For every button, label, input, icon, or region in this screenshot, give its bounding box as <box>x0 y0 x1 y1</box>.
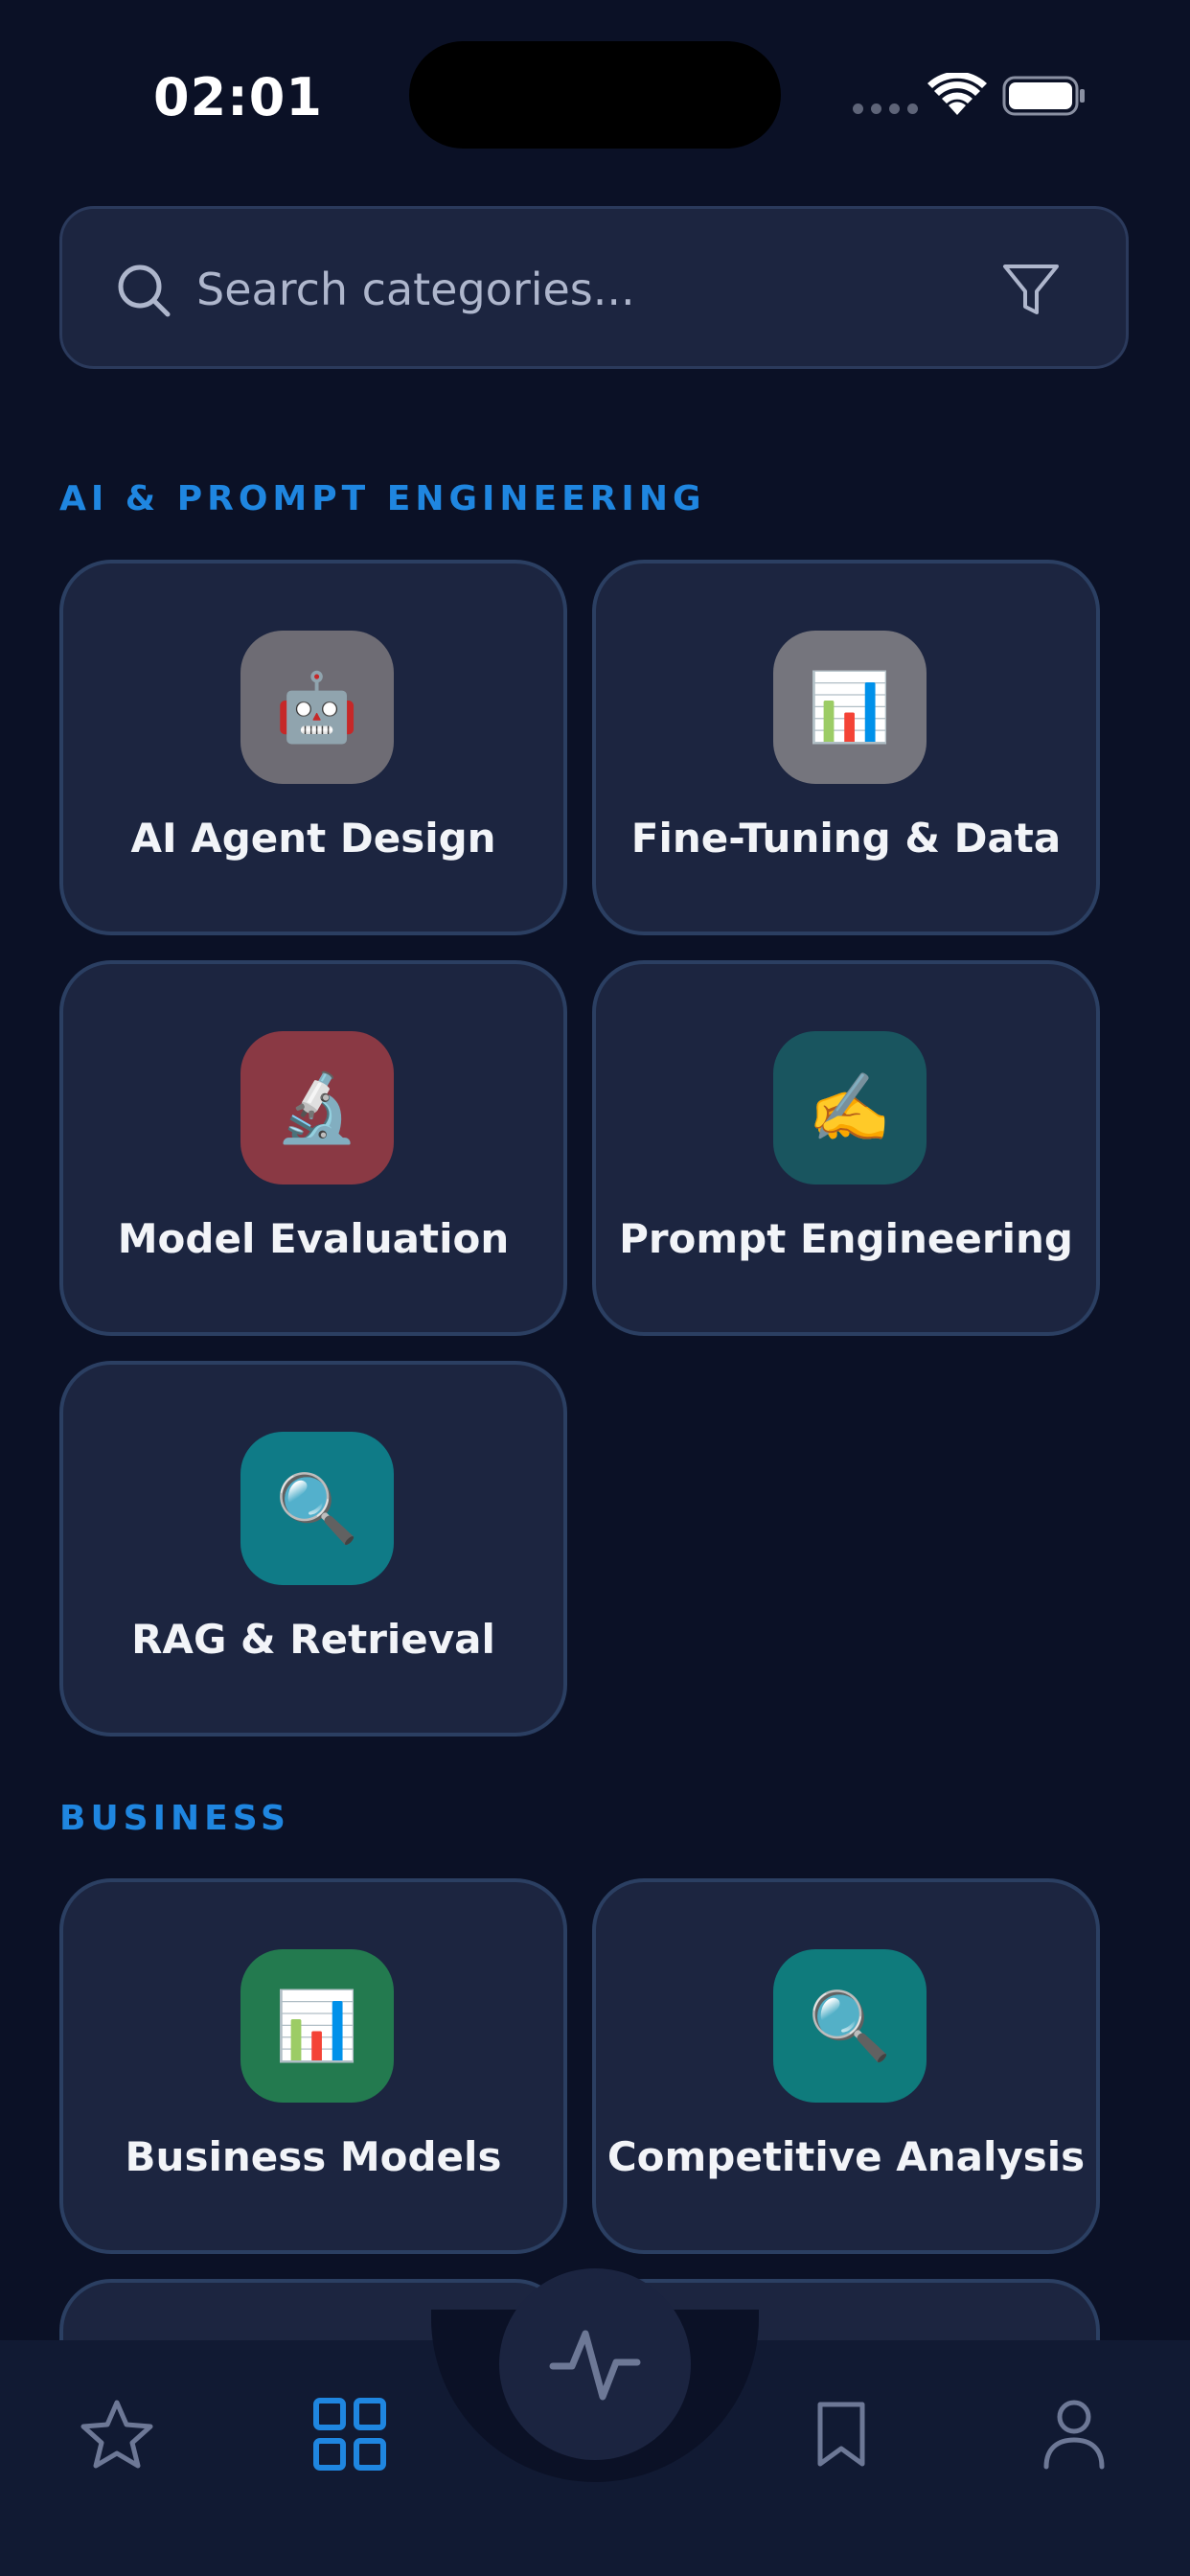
category-label: Competitive Analysis <box>606 2133 1086 2180</box>
bookmark-icon <box>817 2402 865 2467</box>
category-label: Business Models <box>125 2133 502 2180</box>
tab-bookmarks[interactable] <box>803 2396 880 2472</box>
category-label: AI Agent Design <box>130 815 496 862</box>
magnifier-icon: 🔍 <box>773 1949 927 2103</box>
search-bar <box>59 206 1129 369</box>
category-label: RAG & Retrieval <box>131 1616 495 1663</box>
category-card-fine-tuning-data[interactable]: 📊 Fine-Tuning & Data <box>592 560 1100 935</box>
writing-hand-icon: ✍️ <box>773 1031 927 1184</box>
cellular-signal-icon <box>853 104 918 114</box>
category-card-model-evaluation[interactable]: 🔬 Model Evaluation <box>59 960 567 1336</box>
status-time: 02:01 <box>153 67 323 127</box>
bar-chart-icon: 📊 <box>773 631 927 784</box>
category-card-rag-retrieval[interactable]: 🔍 RAG & Retrieval <box>59 1361 567 1736</box>
star-icon <box>80 2400 153 2469</box>
category-label: Prompt Engineering <box>619 1215 1073 1262</box>
tab-favorites[interactable] <box>79 2396 155 2472</box>
status-bar: 02:01 <box>0 0 1190 192</box>
grid-icon <box>313 2398 386 2471</box>
microscope-icon: 🔬 <box>240 1031 394 1184</box>
section-title-business: BUSINESS <box>59 1799 290 1838</box>
search-input[interactable] <box>195 247 984 332</box>
search-icon <box>118 264 171 317</box>
wifi-icon <box>927 73 987 115</box>
robot-icon: 🤖 <box>240 631 394 784</box>
category-card-competitive-analysis[interactable]: 🔍 Competitive Analysis <box>592 1878 1100 2254</box>
category-card-business-models[interactable]: 📊 Business Models <box>59 1878 567 2254</box>
filter-icon[interactable] <box>999 259 1063 322</box>
magnifier-icon: 🔍 <box>240 1432 394 1585</box>
dynamic-island <box>409 41 781 149</box>
section-title-ai-prompt-engineering: AI & PROMPT ENGINEERING <box>59 479 706 518</box>
category-label: Model Evaluation <box>117 1215 510 1262</box>
category-card-prompt-engineering[interactable]: ✍️ Prompt Engineering <box>592 960 1100 1336</box>
activity-pulse-icon <box>549 2330 641 2401</box>
bar-chart-icon: 📊 <box>240 1949 394 2103</box>
battery-icon <box>1002 76 1085 116</box>
tab-categories[interactable] <box>311 2396 388 2472</box>
tab-activity[interactable] <box>499 2268 691 2460</box>
category-label: Fine-Tuning & Data <box>630 815 1062 862</box>
tab-profile[interactable] <box>1036 2396 1112 2472</box>
user-icon <box>1043 2400 1105 2470</box>
category-card-ai-agent-design[interactable]: 🤖 AI Agent Design <box>59 560 567 935</box>
